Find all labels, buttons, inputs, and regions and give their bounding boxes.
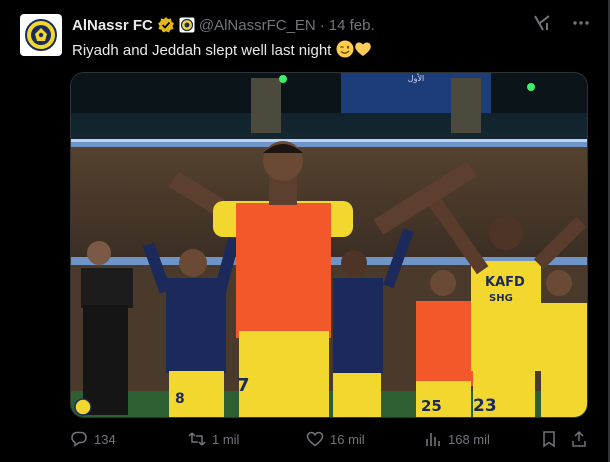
affiliate-badge-icon[interactable] [179, 17, 195, 33]
avatar[interactable] [20, 14, 62, 56]
grok-icon[interactable] [532, 13, 552, 38]
bookmark-icon [543, 431, 555, 448]
jersey-sponsor-2: SHG [489, 293, 513, 304]
author-name[interactable]: AlNassr FC [72, 17, 153, 34]
alnassr-logo [25, 19, 57, 51]
tweet-date[interactable]: 14 feb. [329, 17, 375, 34]
views-count: 168 mil [448, 431, 490, 447]
views-icon [426, 433, 440, 446]
jersey-number-7: 7 [237, 375, 250, 396]
share-icon [572, 430, 586, 447]
yellow-heart-emoji [354, 40, 372, 62]
stadium-sign: الأول [408, 73, 424, 83]
jersey-sponsor: KAFD [485, 275, 525, 290]
top-actions [532, 14, 590, 36]
separator: · [319, 16, 325, 34]
jersey-number-23: 23 [473, 396, 497, 416]
retweet-icon [188, 432, 206, 446]
author-handle[interactable]: @AlNassrFC_EN [199, 17, 316, 34]
tweet-header: AlNassr FC @AlNassrFC_EN · 14 feb. [72, 14, 375, 36]
tweet-text: Riyadh and Jeddah slept well last night [72, 40, 372, 62]
like-icon [306, 431, 324, 447]
watermark-logo [74, 398, 92, 416]
retweet-button[interactable]: 1 mil [188, 430, 239, 448]
tweet-body: Riyadh and Jeddah slept well last night [72, 42, 332, 59]
like-button[interactable]: 16 mil [306, 430, 365, 448]
action-bar: 134 1 mil 16 mil 168 mil [70, 428, 590, 450]
more-icon[interactable] [572, 14, 590, 37]
jersey-number-25: 25 [421, 397, 442, 415]
reply-button[interactable]: 134 [70, 430, 116, 448]
tweet-media-photo[interactable]: الأول 8 25 KAFD SHG 23 7 [70, 72, 588, 418]
bookmark-button[interactable] [540, 430, 558, 448]
winking-face-emoji [336, 40, 354, 62]
views-button[interactable]: 168 mil [424, 430, 490, 448]
verified-badge-icon[interactable] [157, 16, 175, 34]
like-count: 16 mil [330, 431, 365, 447]
tweet[interactable]: AlNassr FC @AlNassrFC_EN · 14 feb. Riyad… [0, 0, 610, 462]
retweet-count: 1 mil [212, 431, 240, 447]
share-button[interactable] [570, 430, 588, 448]
reply-icon [71, 431, 87, 447]
reply-count: 134 [94, 431, 116, 447]
photo-players-celebrating: الأول 8 25 KAFD SHG 23 7 [71, 73, 587, 417]
jersey-number-8: 8 [175, 391, 185, 407]
